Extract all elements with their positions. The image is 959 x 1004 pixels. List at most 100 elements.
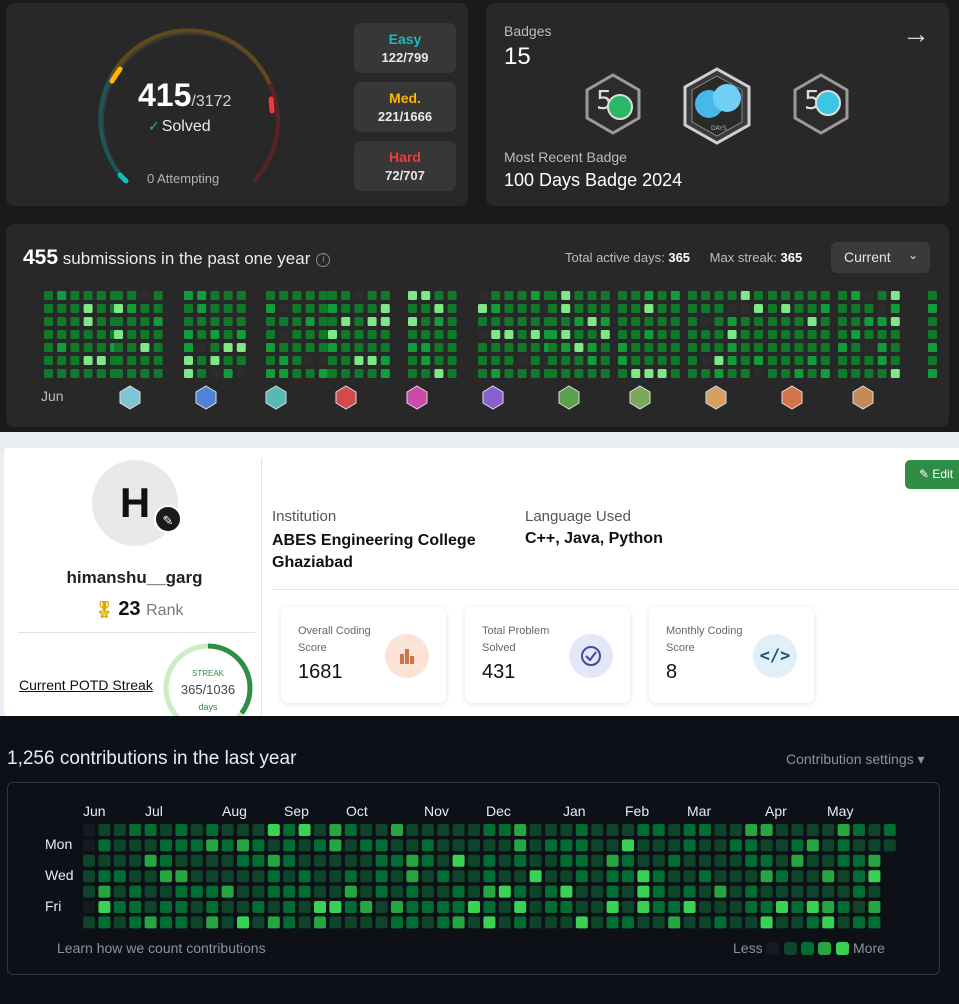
submission-cell[interactable]: [644, 369, 654, 378]
contribution-cell[interactable]: [360, 854, 373, 867]
contribution-cell[interactable]: [468, 839, 480, 852]
submission-cell[interactable]: [517, 356, 527, 365]
contribution-cell[interactable]: [622, 824, 634, 836]
contribution-cell[interactable]: [729, 854, 742, 867]
contribution-cell[interactable]: [113, 885, 126, 898]
contribution-cell[interactable]: [144, 870, 157, 883]
submission-cell[interactable]: [727, 356, 737, 365]
submission-cell[interactable]: [140, 343, 150, 352]
submission-cell[interactable]: [820, 330, 830, 339]
submission-cell[interactable]: [210, 317, 220, 326]
submission-cell[interactable]: [292, 317, 302, 326]
submission-cell[interactable]: [292, 369, 302, 378]
contribution-cell[interactable]: [129, 824, 142, 836]
submission-cell[interactable]: [561, 291, 571, 300]
submission-cell[interactable]: [153, 343, 163, 352]
submission-cell[interactable]: [367, 369, 377, 378]
submission-cell[interactable]: [96, 291, 106, 300]
cube-badge-icon[interactable]: [335, 385, 357, 410]
submission-cell[interactable]: [928, 304, 937, 313]
contribution-cell[interactable]: [791, 854, 804, 867]
submission-cell[interactable]: [574, 317, 584, 326]
submission-cell[interactable]: [279, 291, 289, 300]
contribution-cell[interactable]: [776, 870, 788, 883]
contribution-cell[interactable]: [714, 839, 727, 852]
submission-cell[interactable]: [223, 343, 233, 352]
submission-cell[interactable]: [305, 343, 315, 352]
contribution-cell[interactable]: [452, 824, 465, 836]
contribution-cell[interactable]: [868, 885, 881, 898]
contribution-cell[interactable]: [806, 870, 819, 883]
contribution-cell[interactable]: [190, 916, 203, 929]
contribution-cell[interactable]: [853, 916, 865, 929]
contribution-cell[interactable]: [160, 824, 172, 836]
contribution-cell[interactable]: [344, 901, 357, 913]
submission-cell[interactable]: [236, 291, 246, 300]
submission-cell[interactable]: [714, 369, 724, 378]
submission-cell[interactable]: [354, 330, 364, 339]
contribution-cell[interactable]: [591, 870, 604, 883]
contribution-cell[interactable]: [606, 839, 619, 852]
contribution-cell[interactable]: [837, 916, 850, 929]
submission-cell[interactable]: [807, 291, 817, 300]
cube-badge-icon[interactable]: [195, 385, 217, 410]
contribution-cell[interactable]: [776, 824, 788, 836]
submission-cell[interactable]: [688, 291, 697, 300]
contribution-cell[interactable]: [175, 854, 188, 867]
contribution-cell[interactable]: [591, 916, 604, 929]
submission-cell[interactable]: [57, 317, 67, 326]
contribution-cell[interactable]: [283, 839, 296, 852]
contribution-cell[interactable]: [868, 901, 881, 913]
submission-cell[interactable]: [57, 343, 67, 352]
submission-cell[interactable]: [114, 304, 123, 313]
contribution-cell[interactable]: [545, 901, 557, 913]
submission-cell[interactable]: [127, 291, 137, 300]
contribution-cell[interactable]: [83, 885, 95, 898]
contribution-cell[interactable]: [391, 824, 403, 836]
contribution-cell[interactable]: [237, 916, 249, 929]
submission-cell[interactable]: [367, 304, 377, 313]
submission-cell[interactable]: [341, 369, 351, 378]
submission-cell[interactable]: [644, 330, 654, 339]
contribution-cell[interactable]: [391, 901, 403, 913]
contribution-cell[interactable]: [175, 870, 188, 883]
contribution-cell[interactable]: [591, 824, 604, 836]
contribution-cell[interactable]: [98, 916, 111, 929]
contribution-cell[interactable]: [776, 916, 788, 929]
contribution-cell[interactable]: [714, 901, 727, 913]
submission-cell[interactable]: [517, 317, 527, 326]
submission-cell[interactable]: [644, 291, 654, 300]
contribution-cell[interactable]: [267, 870, 280, 883]
contribution-cell[interactable]: [868, 870, 881, 883]
contribution-cell[interactable]: [529, 839, 542, 852]
submission-cell[interactable]: [548, 343, 557, 352]
submission-cell[interactable]: [114, 369, 123, 378]
shield-2-icon[interactable]: [629, 385, 651, 410]
100-days-badge-icon[interactable]: DAYS: [681, 66, 753, 146]
contribution-cell[interactable]: [283, 916, 296, 929]
submission-cell[interactable]: [305, 330, 315, 339]
submission-cell[interactable]: [341, 317, 351, 326]
submission-cell[interactable]: [928, 356, 937, 365]
submission-cell[interactable]: [657, 304, 667, 313]
contribution-cell[interactable]: [113, 901, 126, 913]
contribution-cell[interactable]: [468, 854, 480, 867]
contribution-cell[interactable]: [83, 870, 95, 883]
contribution-cell[interactable]: [637, 916, 650, 929]
contribution-cell[interactable]: [237, 885, 249, 898]
submission-cell[interactable]: [197, 369, 207, 378]
contribution-cell[interactable]: [822, 854, 835, 867]
contribution-cell[interactable]: [760, 854, 773, 867]
contribution-cell[interactable]: [468, 885, 480, 898]
submission-cell[interactable]: [447, 304, 457, 313]
submission-cell[interactable]: [600, 369, 610, 378]
submission-cell[interactable]: [727, 317, 737, 326]
submission-cell[interactable]: [266, 343, 275, 352]
submission-cell[interactable]: [421, 291, 431, 300]
submission-cell[interactable]: [657, 317, 667, 326]
contribution-cell[interactable]: [529, 901, 542, 913]
contribution-cell[interactable]: [98, 901, 111, 913]
submission-cell[interactable]: [768, 304, 777, 313]
contribution-cell[interactable]: [237, 870, 249, 883]
contribution-cell[interactable]: [252, 839, 265, 852]
